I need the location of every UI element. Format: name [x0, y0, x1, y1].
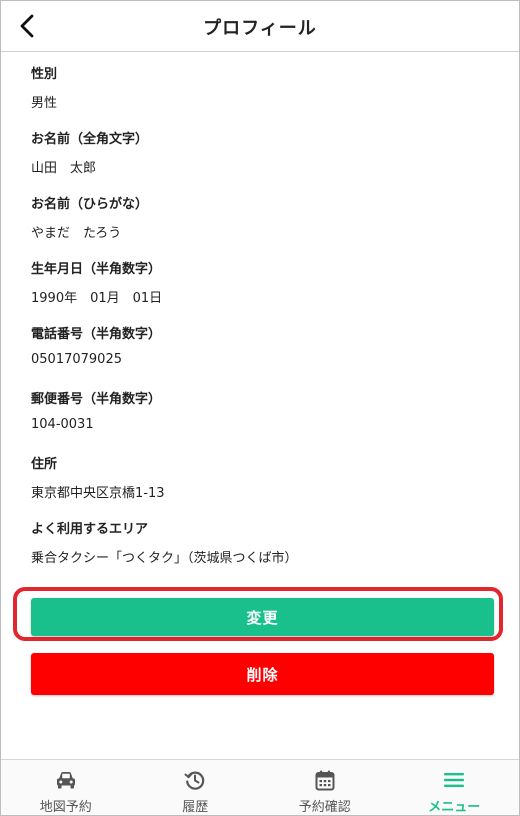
field-phone: 電話番号（半角数字） 05017079025 — [31, 317, 501, 382]
nav-label: メニュー — [428, 800, 481, 815]
nav-item-menu[interactable]: メニュー — [390, 760, 520, 815]
nav-item-history[interactable]: 履歴 — [131, 760, 261, 815]
field-gender: 性別 男性 — [31, 57, 501, 122]
car-icon — [56, 772, 75, 789]
nav-item-reservation-check[interactable]: 予約確認 — [260, 760, 390, 815]
field-value: 東京都中央区京橋1-13 — [31, 486, 165, 501]
field-label: 性別 — [31, 67, 58, 82]
field-frequent-area: よく利用するエリア 乗合タクシー「つくタク」（茨城県つくば市） — [31, 512, 501, 577]
field-value: やまだ たろう — [31, 226, 122, 241]
field-value: 104-0031 — [31, 417, 94, 432]
field-label: お名前（全角文字） — [31, 132, 149, 147]
field-postal-code: 郵便番号（半角数字） 104-0031 — [31, 382, 501, 447]
delete-button[interactable]: 削除 — [31, 653, 494, 695]
field-value: 男性 — [31, 96, 58, 111]
field-name-kanji: お名前（全角文字） 山田 太郎 — [31, 122, 501, 187]
page-title: プロフィール — [203, 18, 317, 39]
field-value: 05017079025 — [31, 352, 122, 367]
field-label: 電話番号（半角数字） — [31, 327, 162, 342]
history-icon — [184, 771, 205, 790]
nav-label: 予約確認 — [298, 800, 351, 815]
field-birthdate: 生年月日（半角数字） 1990年 01月 01日 — [31, 252, 501, 317]
field-label: よく利用するエリア — [31, 522, 149, 537]
nav-item-map-reservation[interactable]: 地図予約 — [1, 760, 131, 815]
nav-label: 地図予約 — [39, 800, 92, 815]
change-button[interactable]: 変更 — [31, 598, 494, 636]
menu-icon — [444, 773, 465, 787]
field-value: 乗合タクシー「つくタク」（茨城県つくば市） — [31, 551, 298, 566]
header: プロフィール — [1, 1, 519, 52]
field-address: 住所 東京都中央区京橋1-13 — [31, 447, 501, 512]
bottom-nav: 地図予約 履歴 予約確認 メニュー — [1, 759, 520, 815]
nav-label: 履歴 — [182, 800, 209, 815]
field-label: 住所 — [31, 457, 58, 472]
profile-details: 性別 男性 お名前（全角文字） 山田 太郎 お名前（ひらがな） やまだ たろう … — [31, 57, 501, 577]
field-label: お名前（ひらがな） — [31, 197, 149, 212]
field-name-hiragana: お名前（ひらがな） やまだ たろう — [31, 187, 501, 252]
field-value: 山田 太郎 — [31, 161, 97, 176]
calendar-icon — [315, 770, 335, 790]
field-value: 1990年 01月 01日 — [31, 291, 163, 306]
app-frame: プロフィール 性別 男性 お名前（全角文字） 山田 太郎 お名前（ひらがな） や… — [0, 0, 520, 816]
field-label: 郵便番号（半角数字） — [31, 392, 162, 407]
field-label: 生年月日（半角数字） — [31, 262, 162, 277]
